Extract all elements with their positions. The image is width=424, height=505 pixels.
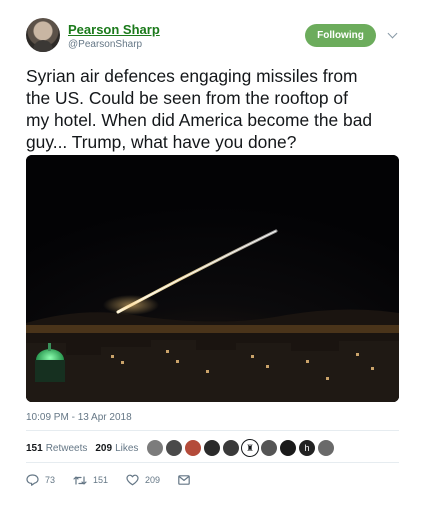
avatar-3-icon[interactable] <box>184 439 202 457</box>
retweet-count: 151 <box>93 475 109 485</box>
heart-icon <box>126 474 139 486</box>
avatar-6-icon[interactable]: ♜ <box>241 439 259 457</box>
retweet-icon <box>73 475 87 485</box>
tweet-actions: 73 151 209 <box>26 472 214 488</box>
retweets-label[interactable]: Retweets <box>46 443 88 454</box>
reply-icon <box>26 474 39 486</box>
avatar-1-icon[interactable] <box>146 439 164 457</box>
avatar-10-icon[interactable] <box>317 439 335 457</box>
direct-message-button[interactable] <box>178 475 196 485</box>
user-handle: @PearsonSharp <box>68 39 143 50</box>
night-city-missile-photo <box>26 155 399 402</box>
reply-button[interactable]: 73 <box>26 474 55 486</box>
divider <box>26 430 399 431</box>
likes-label[interactable]: Likes <box>115 443 138 454</box>
avatar-5-icon[interactable] <box>222 439 240 457</box>
avatar-4-icon[interactable] <box>203 439 221 457</box>
like-count: 209 <box>145 475 161 485</box>
avatar[interactable] <box>26 18 60 52</box>
retweets-count[interactable]: 151 <box>26 443 43 454</box>
retweet-button[interactable]: 151 <box>73 475 108 486</box>
reply-count: 73 <box>45 475 56 485</box>
likes-count[interactable]: 209 <box>95 443 112 454</box>
like-button[interactable]: 209 <box>126 474 160 486</box>
avatar-8-icon[interactable] <box>279 439 297 457</box>
chevron-down-icon[interactable] <box>387 28 398 39</box>
avatar-9-icon[interactable]: h <box>298 439 316 457</box>
tweet-card: Pearson Sharp @PearsonSharp Following Sy… <box>0 0 424 505</box>
envelope-icon <box>178 475 190 485</box>
tweet-text: Syrian air defences engaging missiles fr… <box>26 66 373 152</box>
avatar-7-icon[interactable] <box>260 439 278 457</box>
tweet-timestamp[interactable]: 10:09 PM - 13 Apr 2018 <box>26 412 132 423</box>
tweet-stats: 151 Retweets 209 Likes <box>26 439 146 457</box>
tweet-photo[interactable] <box>26 155 399 402</box>
following-button[interactable]: Following <box>305 24 376 47</box>
user-name-link[interactable]: Pearson Sharp <box>68 22 160 37</box>
divider <box>26 462 399 463</box>
liker-avatars: ♜ h <box>146 439 336 457</box>
avatar-2-icon[interactable] <box>165 439 183 457</box>
